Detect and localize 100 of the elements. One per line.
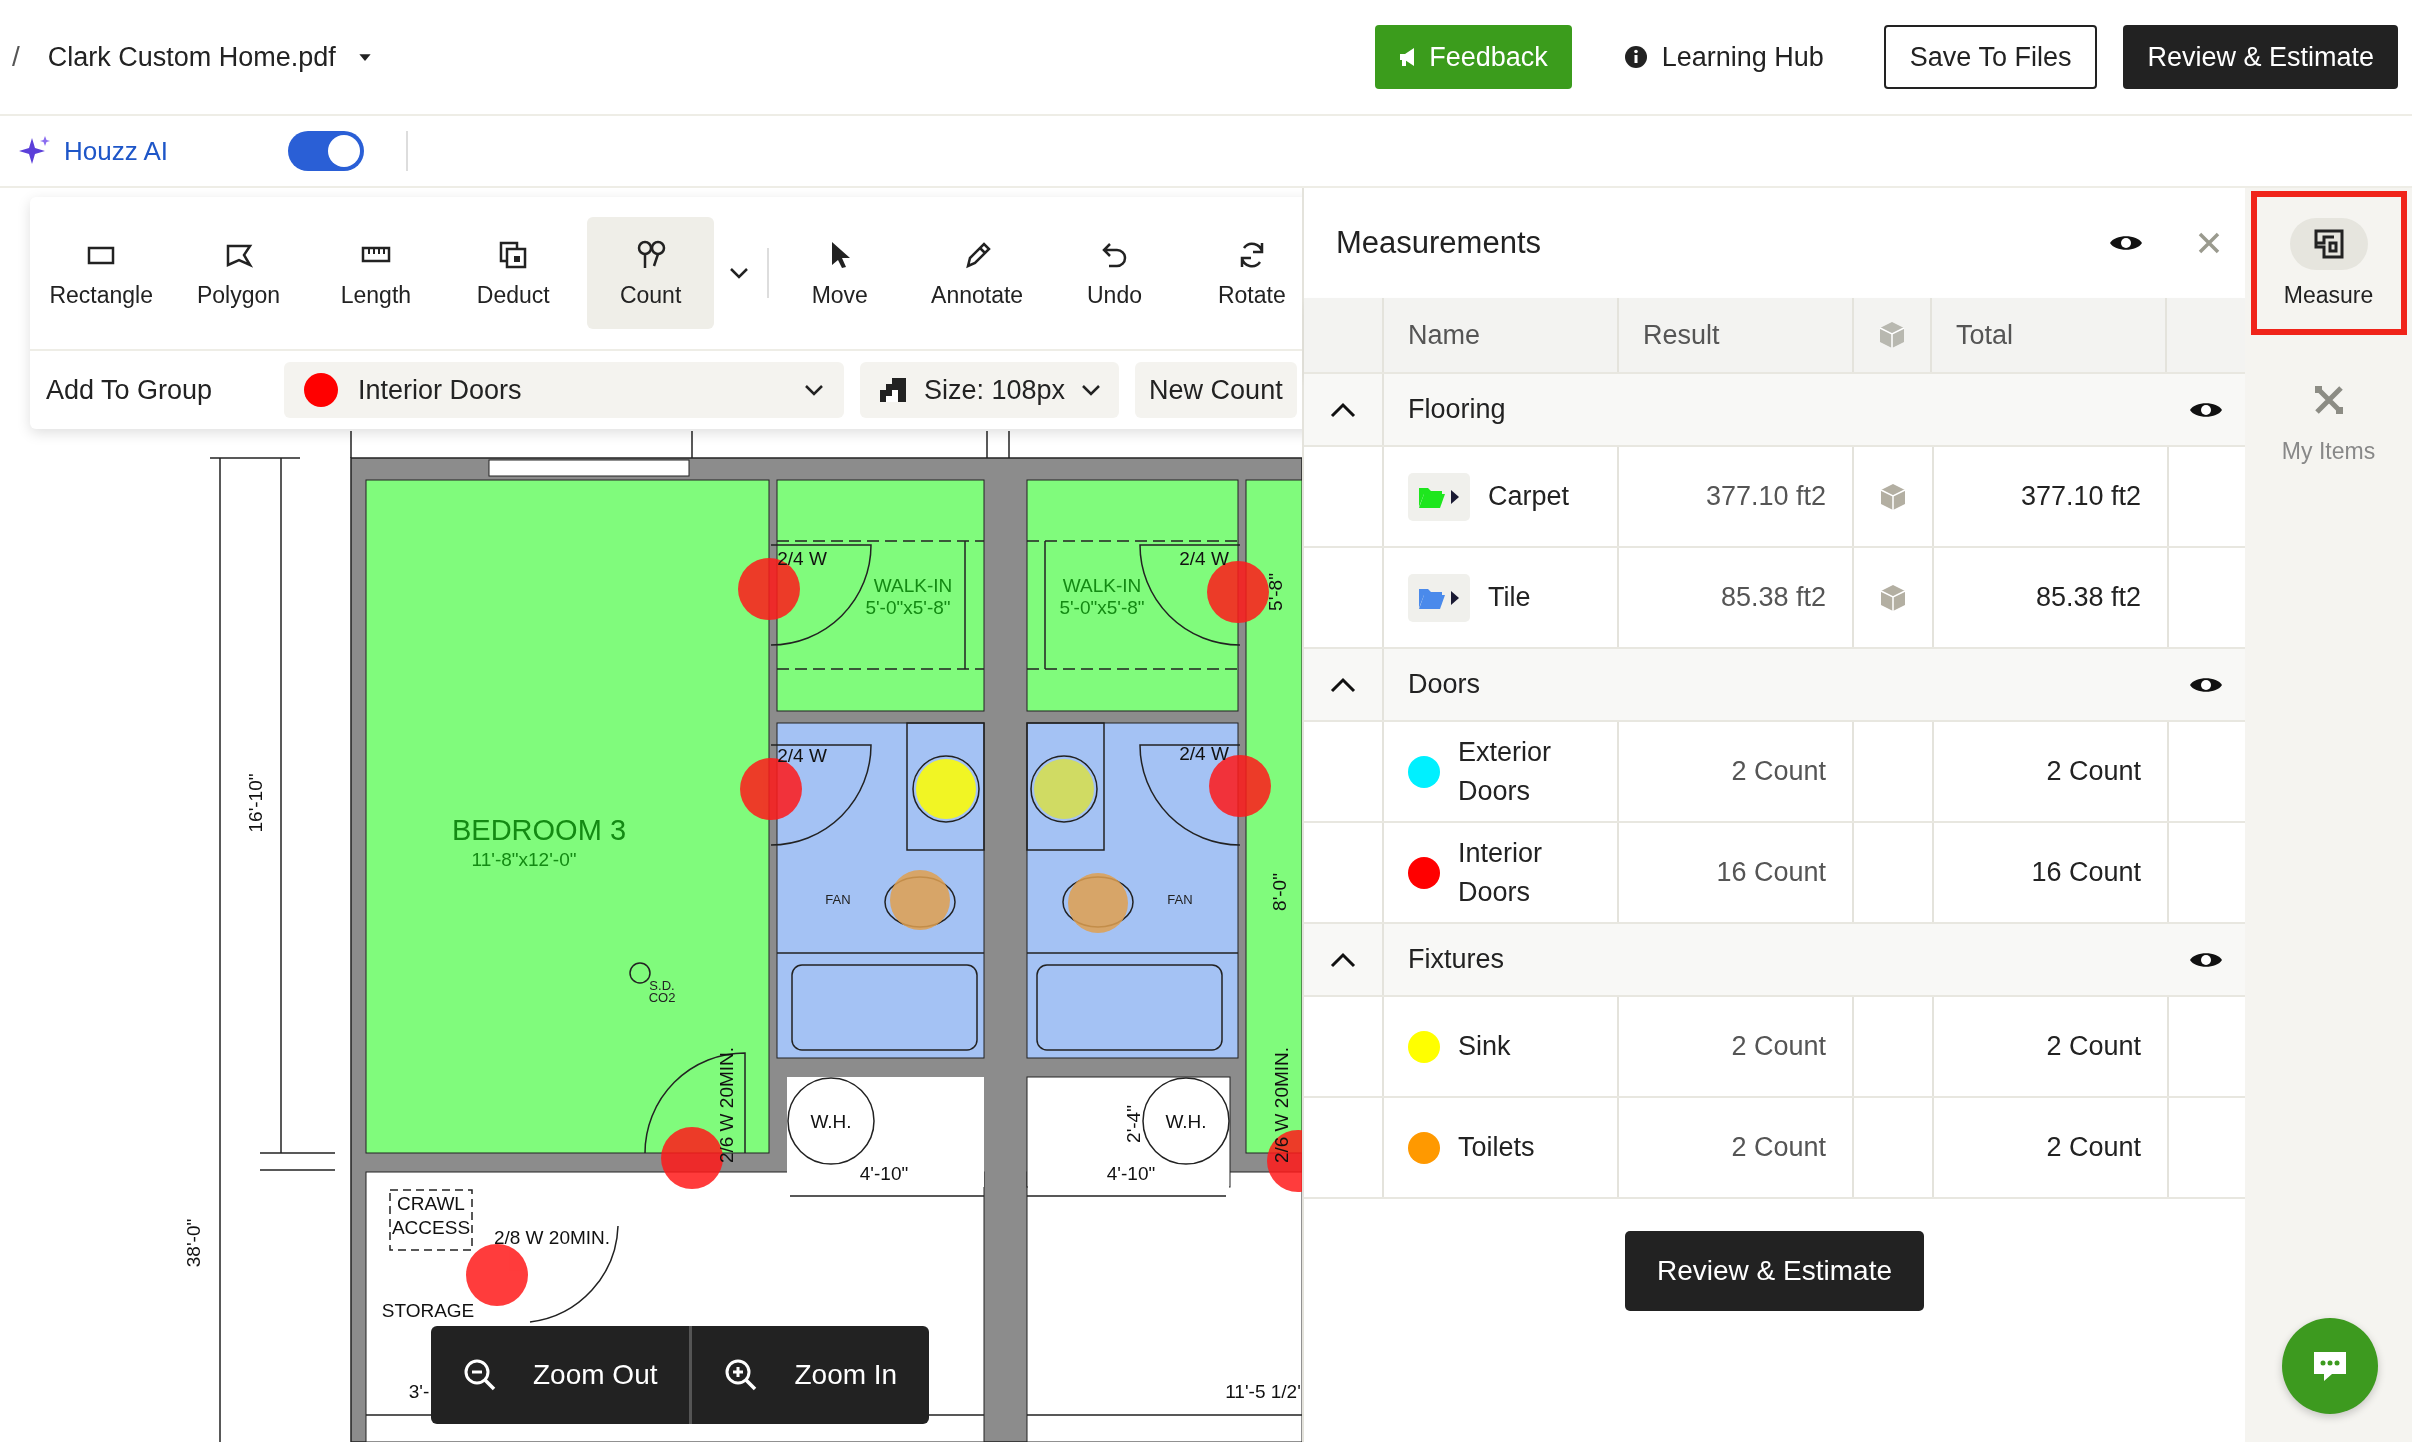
plan-note: 4'-10" bbox=[1106, 1163, 1156, 1184]
folder-icon[interactable] bbox=[1408, 573, 1470, 622]
zoom-out-button[interactable]: Zoom Out bbox=[431, 1326, 690, 1424]
item-name: Carpet bbox=[1488, 480, 1570, 513]
zoom-out-icon bbox=[463, 1358, 497, 1392]
count-marker bbox=[916, 759, 976, 819]
tool-button[interactable]: Annotate bbox=[913, 217, 1041, 329]
learning-hub-link[interactable]: Learning Hub bbox=[1623, 25, 1852, 89]
tool-button[interactable]: Rotate bbox=[1188, 217, 1302, 329]
plan-note: ACCESS bbox=[391, 1217, 471, 1238]
houzz-ai-label: Houzz AI bbox=[64, 135, 170, 167]
group-name: Fixtures bbox=[1382, 924, 2189, 995]
count-marker bbox=[1034, 759, 1094, 819]
room-note: 5'-0"x5'-8" bbox=[1059, 597, 1145, 618]
plan-note: FAN bbox=[1167, 892, 1193, 907]
group-dropdown[interactable]: Interior Doors bbox=[284, 362, 844, 418]
tool-button[interactable]: Count bbox=[587, 217, 714, 329]
plan-note: 11'-5 1/2' bbox=[1225, 1381, 1301, 1402]
zoom-in-icon bbox=[724, 1358, 759, 1392]
chevron-up-icon bbox=[1330, 951, 1356, 968]
chevron-up-icon bbox=[1330, 676, 1356, 693]
dimension-label: 2/6 W 20MIN. bbox=[716, 1046, 737, 1164]
folder-icon[interactable] bbox=[1408, 472, 1470, 521]
tool-button[interactable]: Move bbox=[776, 217, 903, 329]
room-note: 11'-8"x12'-0" bbox=[471, 849, 577, 870]
tool-button[interactable]: Polygon bbox=[175, 217, 302, 329]
plan-note: STORAGE bbox=[381, 1300, 475, 1321]
plan-note: FAN bbox=[825, 892, 851, 907]
result-value: 2 Count bbox=[1617, 997, 1852, 1096]
megaphone-icon bbox=[1399, 47, 1416, 67]
room-note: 5'-0"x5'-8" bbox=[865, 597, 951, 618]
plan-note: 2/4 W bbox=[1179, 548, 1229, 569]
review-estimate-button[interactable]: Review & Estimate bbox=[2123, 25, 2398, 89]
plan-note: W.H. bbox=[810, 1111, 852, 1132]
item-name: Sink bbox=[1458, 1030, 1511, 1063]
item-name: Interior Doors bbox=[1458, 836, 1544, 909]
chevron-up-icon bbox=[1330, 401, 1356, 418]
chevron-down-icon bbox=[1081, 384, 1102, 396]
count-marker bbox=[1267, 1130, 1302, 1192]
count-marker bbox=[890, 870, 950, 930]
tool-button[interactable]: Undo bbox=[1051, 217, 1178, 329]
plan-note: 4'-10" bbox=[859, 1163, 909, 1184]
total-value: 2 Count bbox=[1932, 997, 2167, 1096]
size-dropdown[interactable]: Size: 108px bbox=[860, 362, 1120, 418]
add-to-group-label: Add To Group bbox=[46, 374, 214, 406]
dimension-label: 38'-0" bbox=[183, 1218, 204, 1268]
plan-note: 2/4 W bbox=[777, 548, 827, 569]
plan-note: S.D. bbox=[649, 978, 675, 993]
room-note: WALK-IN bbox=[1062, 575, 1142, 596]
plan-note: 3'- bbox=[408, 1381, 430, 1402]
feedback-button[interactable]: Feedback bbox=[1375, 25, 1572, 89]
new-count-button[interactable]: New Count bbox=[1135, 362, 1297, 418]
group-name: Flooring bbox=[1382, 374, 2189, 445]
save-to-files-button[interactable]: Save To Files bbox=[1883, 25, 2098, 89]
chat-button[interactable] bbox=[2282, 1318, 2378, 1414]
dimension-label: 2'-4" bbox=[1123, 1105, 1144, 1143]
caret-icon bbox=[357, 52, 372, 62]
dimension-label: 5'-8" bbox=[1265, 573, 1286, 611]
count-marker bbox=[1068, 873, 1128, 933]
column-header: Name bbox=[1382, 298, 1617, 372]
zoom-in-button[interactable]: Zoom In bbox=[692, 1326, 930, 1424]
item-name: Exterior Doors bbox=[1458, 735, 1553, 808]
close-button[interactable] bbox=[2197, 231, 2221, 255]
dimension-label: 16'-10" bbox=[245, 773, 266, 833]
file-name-dropdown[interactable]: Clark Custom Home.pdf bbox=[47, 41, 372, 73]
total-value: 16 Count bbox=[1932, 823, 2167, 922]
review-estimate-button[interactable]: Review & Estimate bbox=[1625, 1231, 1924, 1311]
tool-button[interactable]: Length bbox=[312, 217, 440, 329]
plan-note: CRAWL bbox=[397, 1193, 465, 1214]
ai-toggle[interactable] bbox=[288, 131, 364, 171]
tool-button[interactable]: Deduct bbox=[450, 217, 577, 329]
total-value: 2 Count bbox=[1932, 722, 2167, 821]
info-icon bbox=[1623, 45, 1648, 69]
group-name: Doors bbox=[1382, 649, 2189, 720]
column-header: Result bbox=[1617, 298, 1852, 372]
dimension-label: 8'-0" bbox=[1269, 873, 1290, 911]
total-value: 2 Count bbox=[1932, 1098, 2167, 1197]
count-marker bbox=[466, 1244, 528, 1306]
plan-note: 2/4 W bbox=[777, 745, 827, 766]
result-value: 16 Count bbox=[1617, 823, 1852, 922]
plan-note: 2/4 W bbox=[1179, 743, 1229, 764]
column-header: Total bbox=[1930, 298, 2165, 372]
panel-title: Measurements bbox=[1336, 225, 1543, 261]
result-value: 2 Count bbox=[1617, 722, 1852, 821]
tool-button[interactable]: Rectangle bbox=[38, 217, 165, 329]
chevron-down-icon bbox=[728, 267, 749, 279]
result-value: 2 Count bbox=[1617, 1098, 1852, 1197]
close-icon bbox=[2197, 231, 2221, 255]
plan-note: CO2 bbox=[648, 990, 676, 1005]
item-name: Toilets bbox=[1458, 1131, 1535, 1164]
total-value: 377.10 ft2 bbox=[1932, 447, 2167, 546]
sidebar-item[interactable]: Measure bbox=[2250, 191, 2407, 335]
chevron-down-icon bbox=[804, 384, 824, 396]
result-value: 377.10 ft2 bbox=[1617, 447, 1852, 546]
breadcrumb-separator: / bbox=[12, 41, 20, 73]
room-label: BEDROOM 3 bbox=[452, 814, 626, 846]
total-value: 85.38 ft2 bbox=[1932, 548, 2167, 647]
dimension-label: 2/6 W 20MIN. bbox=[1271, 1046, 1292, 1164]
size-icon bbox=[878, 376, 908, 404]
plan-note: 2/8 W 20MIN. bbox=[493, 1227, 611, 1248]
